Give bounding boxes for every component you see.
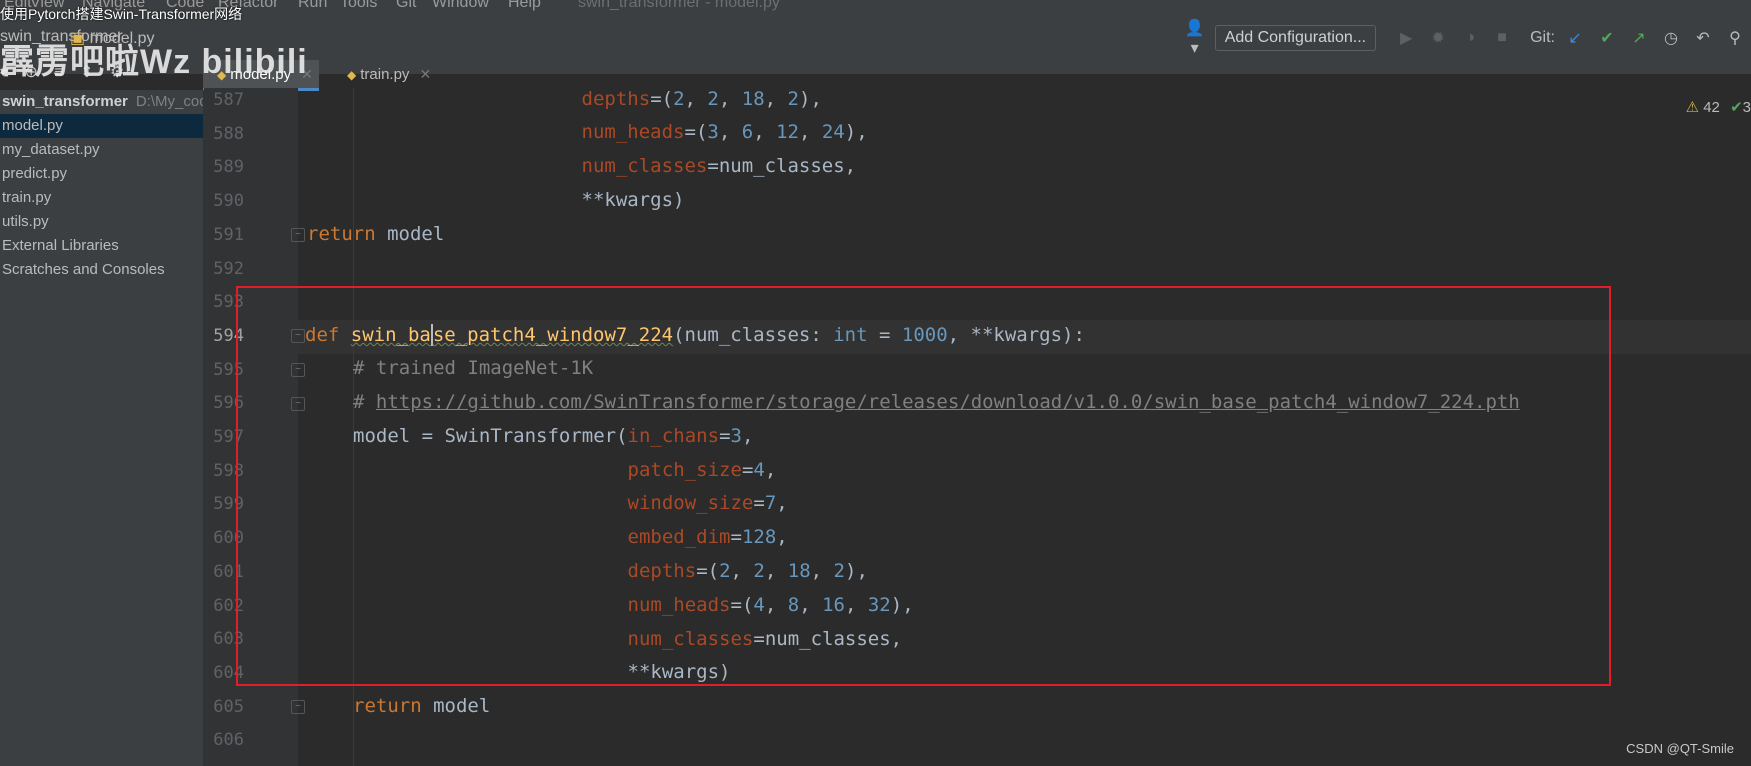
- code-line: **kwargs): [353, 661, 731, 683]
- line-number: 601: [213, 561, 244, 582]
- tree-item-predict-py[interactable]: predict.py: [0, 162, 203, 186]
- code-line: patch_size=4,: [627, 459, 777, 481]
- project-root[interactable]: swin_transformer D:\My_code: [0, 90, 203, 114]
- stop-icon[interactable]: ■: [1491, 29, 1513, 47]
- coverage-icon[interactable]: ◑: [1459, 29, 1481, 47]
- line-number: 602: [213, 595, 244, 616]
- search-icon[interactable]: ⚲: [1724, 28, 1746, 48]
- line-number: 604: [213, 662, 244, 683]
- tree-item-scratches[interactable]: Scratches and Consoles: [0, 258, 203, 282]
- menu-git[interactable]: Git: [396, 0, 416, 12]
- line-number: 606: [213, 730, 244, 751]
- line-number: 588: [213, 123, 244, 144]
- line-number: 597: [213, 427, 244, 447]
- code-line: num_classes=num_classes,: [627, 628, 903, 650]
- line-number: 598: [213, 460, 244, 481]
- line-number: 600: [213, 528, 244, 549]
- user-icon[interactable]: 👤▾: [1184, 18, 1206, 58]
- tab-label: train.py: [360, 66, 410, 83]
- window-title: swin_transformer - model.py: [578, 0, 780, 11]
- line-number: 603: [213, 629, 244, 650]
- git-push-icon[interactable]: ↗: [1628, 28, 1650, 48]
- fold-marker[interactable]: −: [291, 700, 305, 714]
- debug-icon[interactable]: ✹: [1427, 28, 1449, 48]
- bilibili-watermark: 霹雳吧啦Wz bilibili: [0, 43, 308, 81]
- line-number: 593: [213, 292, 244, 313]
- add-configuration-button[interactable]: Add Configuration...: [1214, 25, 1377, 51]
- menu-window[interactable]: Window: [432, 0, 489, 12]
- code-line: depths=(2, 2, 18, 2),: [627, 560, 868, 582]
- line-number: 590: [213, 191, 244, 212]
- fold-marker[interactable]: −: [291, 397, 305, 411]
- python-file-icon: ◆: [347, 68, 357, 82]
- menu-help[interactable]: Help: [508, 0, 541, 12]
- line-number: 595: [213, 359, 244, 380]
- rollback-icon[interactable]: ↶: [1692, 28, 1714, 48]
- git-label: Git:: [1530, 29, 1555, 46]
- code-line: return model: [307, 223, 445, 245]
- tree-item-model-py[interactable]: model.py: [0, 114, 203, 138]
- code-line: num_classes=num_classes,: [581, 155, 857, 177]
- fold-marker[interactable]: −: [291, 363, 305, 377]
- line-number: 594: [213, 325, 244, 346]
- tree-item-train-py[interactable]: train.py: [0, 186, 203, 210]
- close-icon[interactable]: ✕: [419, 66, 431, 82]
- code-line: # trained ImageNet-1K: [353, 357, 594, 379]
- tree-item-external-libraries[interactable]: External Libraries: [0, 234, 203, 258]
- fold-marker[interactable]: −: [291, 329, 305, 343]
- line-number: 599: [213, 494, 244, 515]
- menu-bar: Edit View Navigate Code Refactor Run Too…: [0, 0, 1751, 14]
- menu-run[interactable]: Run: [298, 0, 327, 12]
- tree-item-utils-py[interactable]: utils.py: [0, 210, 203, 234]
- project-root-path: D:\My_code: [135, 93, 203, 110]
- code-line: window_size=7,: [627, 492, 788, 514]
- tab-train-py[interactable]: ◆ train.py ✕: [333, 60, 437, 88]
- code-line: num_heads=(3, 6, 12, 24),: [581, 121, 868, 143]
- line-number: 592: [213, 258, 244, 279]
- code-line: depths=(2, 2, 18, 2),: [581, 88, 822, 110]
- warning-count: 42: [1703, 99, 1720, 116]
- editor-tabs: ◆ model.py ✕ ◆ train.py ✕: [203, 60, 1751, 91]
- check-icon: ✔: [1730, 99, 1743, 116]
- code-line: embed_dim=128,: [627, 526, 788, 548]
- run-icon[interactable]: ▶: [1395, 28, 1417, 48]
- inspections-widget[interactable]: ⚠ 42 ✔3: [1686, 98, 1751, 116]
- fold-marker[interactable]: −: [291, 228, 305, 242]
- project-panel: swin_transformer D:\My_code model.py my_d…: [0, 90, 204, 766]
- line-number: 596: [213, 393, 244, 414]
- history-icon[interactable]: ◷: [1660, 28, 1682, 48]
- warning-icon: ⚠: [1685, 99, 1700, 116]
- code-line: num_heads=(4, 8, 16, 32),: [627, 594, 914, 616]
- menu-tools[interactable]: Tools: [340, 0, 377, 12]
- git-commit-icon[interactable]: ✔: [1596, 28, 1618, 48]
- project-root-label: swin_transformer: [2, 93, 128, 110]
- line-number: 591: [213, 224, 244, 245]
- code-line: return model: [353, 695, 491, 717]
- video-title-overlay: 使用Pytorch搭建Swin-Transformer网络: [0, 6, 243, 22]
- line-number: 587: [213, 90, 244, 110]
- code-line: model = SwinTransformer(in_chans=3,: [353, 425, 754, 447]
- ok-count: 3: [1742, 99, 1751, 116]
- line-number: 605: [213, 696, 244, 717]
- run-toolbar: 👤▾ Add Configuration... ▶ ✹ ◑ ■ Git: ↙ ✔…: [1179, 20, 1751, 57]
- tree-item-my-dataset-py[interactable]: my_dataset.py: [0, 138, 203, 162]
- code-line: **kwargs): [307, 189, 685, 211]
- line-number: 589: [213, 157, 244, 178]
- code-line: # https://github.com/SwinTransformer/sto…: [353, 391, 1520, 413]
- git-update-icon[interactable]: ↙: [1564, 28, 1586, 48]
- credit-watermark: CSDN @QT-Smile: [1626, 741, 1734, 756]
- code-line-current: def swin_ba se_patch4_window7_224(num_cla…: [305, 324, 1085, 346]
